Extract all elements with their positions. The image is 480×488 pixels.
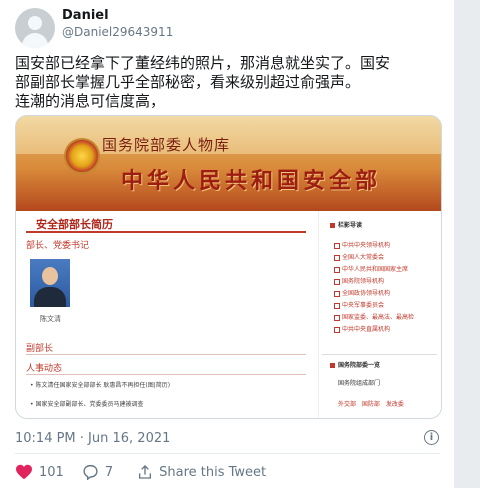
nav-item: 中央军事委员会 [334, 300, 414, 312]
section-title: 安全部部长简历 [36, 218, 113, 231]
tweet-card: Daniel @Daniel29643911 国安部已经拿下了董经纬的照片，那消… [0, 0, 455, 488]
tweet-timestamp[interactable]: 10:14 PM · Jun 16, 2021 [15, 431, 170, 446]
author-handle[interactable]: @Daniel29643911 [62, 25, 173, 39]
info-icon[interactable]: i [424, 430, 439, 445]
site-banner: 国务院部委人物库 中华人民共和国安全部 [16, 116, 441, 211]
tweet-text: 国安部已经拿下了董经纬的照片，那消息就坐实了。国安 部副部长掌握几乎全部秘密，看… [15, 54, 435, 111]
embedded-screenshot[interactable]: 国务院部委人物库 中华人民共和国安全部 安全部部长简历 部长、党委书记 陈文清 … [15, 115, 442, 419]
share-icon [139, 465, 152, 479]
nav-item: 中共中央领导机构 [334, 240, 414, 252]
nav-list: 中共中央领导机构 全国人大常委会 中华人民共和国国家主席 国务院领导机构 全国政… [334, 240, 414, 336]
like-count: 101 [39, 464, 64, 480]
personnel-news-title: 人事动态 [26, 364, 63, 374]
news-item: • 陈文清任国家安全部部长 耿惠昌不再担任(图|简历) [30, 382, 171, 389]
divider [26, 231, 306, 233]
nav-item: 国家监委、最高法、最高检 [334, 312, 414, 324]
author-name[interactable]: Daniel [62, 8, 109, 23]
reply-count: 7 [104, 464, 114, 480]
banner-title: 中华人民共和国安全部 [121, 169, 382, 194]
tweet-text-line: 连潮的消息可信度高， [15, 92, 166, 110]
state-heading: 国务院部委一览 [330, 360, 380, 369]
state-links: 外交部 国防部 发改委 [338, 401, 404, 408]
nav-item: 全国政协领导机构 [334, 288, 414, 300]
minister-name: 陈文清 [40, 315, 61, 323]
nav-heading: 栏影导读 [330, 220, 362, 229]
divider [26, 354, 306, 355]
share-button[interactable]: Share this Tweet [137, 464, 266, 480]
vice-minister-title: 副部长 [26, 344, 54, 354]
nav-item: 全国人大常委会 [334, 252, 414, 264]
tweet-actions: 101 7 Share this Tweet [15, 462, 276, 482]
heart-icon [16, 464, 32, 480]
divider [26, 374, 306, 375]
banner-subtitle: 国务院部委人物库 [102, 136, 231, 154]
nav-item: 中华人民共和国国家主席 [334, 264, 414, 276]
nav-item: 国务院领导机构 [334, 276, 414, 288]
tweet-text-line: 国安部已经拿下了董经纬的照片，那消息就坐实了。国安 [15, 54, 391, 72]
tweet-text-line: 部副部长掌握几乎全部秘密，看来级别超过俞强声。 [15, 73, 361, 91]
reply-button[interactable]: 7 [82, 464, 113, 480]
nav-item: 中共中央直属机构 [334, 324, 414, 336]
divider [322, 354, 437, 355]
minister-title: 部长、党委书记 [26, 241, 90, 251]
scrollbar[interactable] [462, 0, 476, 488]
minister-photo [30, 259, 70, 307]
state-subheading: 国务院组成部门 [338, 380, 381, 387]
reply-icon [83, 464, 98, 480]
avatar[interactable] [15, 8, 55, 48]
news-item: • 国家安全部副部长、党委委员马建被调查 [30, 401, 144, 408]
like-button[interactable]: 101 [15, 464, 64, 480]
divider [15, 453, 440, 454]
national-emblem-icon [64, 138, 100, 174]
share-label: Share this Tweet [159, 464, 267, 480]
